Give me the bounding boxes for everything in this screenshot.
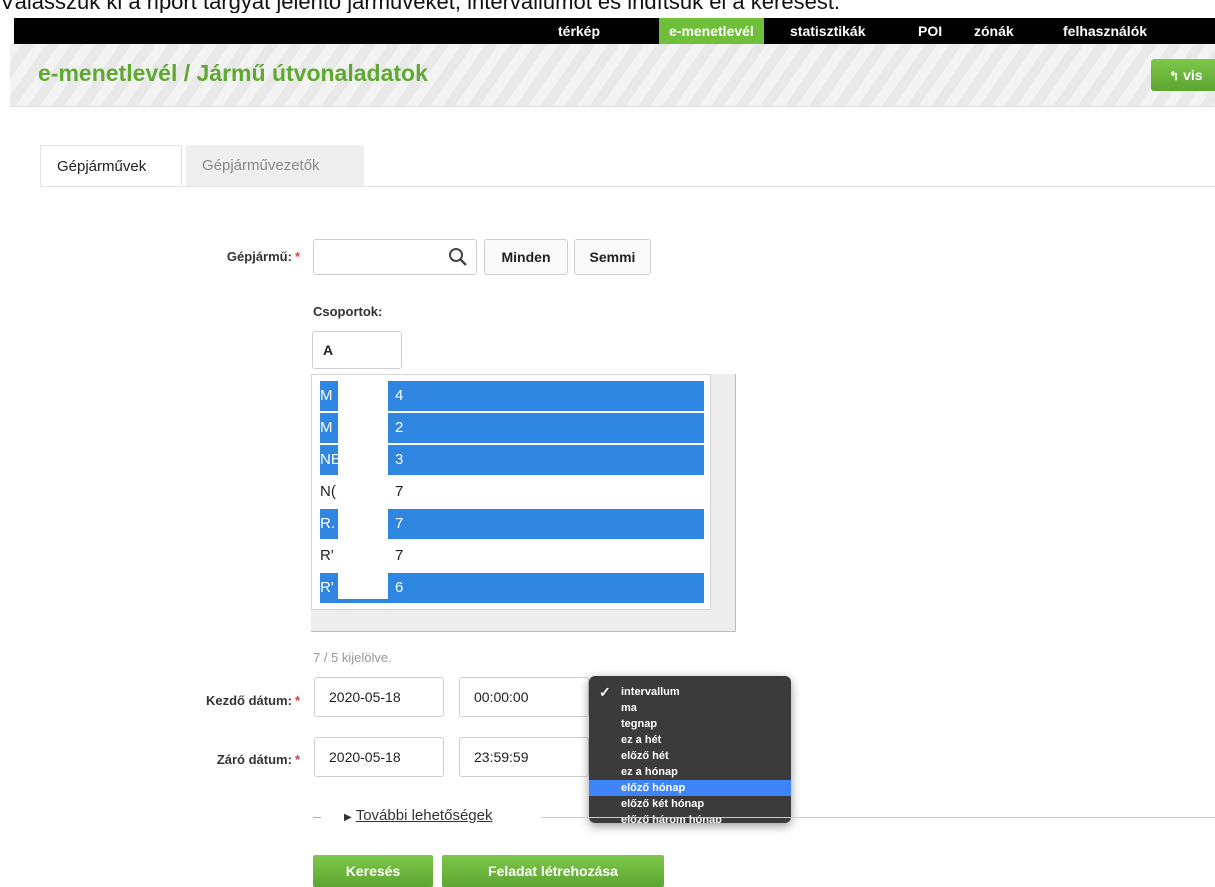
plate-prefix: R' <box>320 579 334 596</box>
plate-suffix: 6 <box>395 579 404 596</box>
plate-prefix: N( <box>320 483 336 500</box>
required-mark: * <box>294 249 300 264</box>
end-time-input[interactable]: 23:59:59 <box>459 737 589 777</box>
groups-filter-input[interactable]: A <box>312 331 402 369</box>
back-button-label: vis <box>1183 67 1203 83</box>
nav-item-statistics[interactable]: statisztikák <box>790 18 865 44</box>
vehicle-list[interactable]: M4 M2 NE 3 N(7 R. 7 R' 7 R' 6 <box>311 374 711 610</box>
plate-suffix: 2 <box>395 419 404 436</box>
selection-count: 7 / 5 kijelölve. <box>313 650 392 665</box>
title-bar: e-menetlevél / Jármű útvonaladatok ↰ vis <box>10 44 1215 107</box>
interval-dropdown-menu[interactable]: ✓ intervallum ma tegnap ez a hét előző hé… <box>589 676 791 823</box>
end-date-label-text: Záró dátum: <box>216 752 292 767</box>
checkmark-icon: ✓ <box>599 684 611 700</box>
vehicle-list-border <box>735 374 736 632</box>
dropdown-option-highlighted[interactable]: előző hónap <box>589 780 791 796</box>
required-mark: * <box>294 693 300 708</box>
end-date-input[interactable]: 2020-05-18 <box>314 737 444 777</box>
plate-suffix: 3 <box>395 451 404 468</box>
start-date-label: Kezdő dátum: * <box>166 693 300 708</box>
plate-prefix: R' <box>320 547 334 564</box>
start-date-label-text: Kezdő dátum: <box>205 693 292 708</box>
plate-prefix: M <box>320 387 333 404</box>
back-arrow-icon: ↰ <box>1169 69 1180 83</box>
required-mark: * <box>294 752 300 767</box>
end-date-label: Záró dátum: * <box>166 752 300 767</box>
divider-line <box>313 817 321 818</box>
divider-line <box>541 817 1215 818</box>
vehicle-search-input[interactable] <box>313 239 477 275</box>
more-options-link[interactable]: ▶ További lehetőségek <box>344 807 492 824</box>
vehicle-label: Gépjármű: * <box>196 249 300 264</box>
dropdown-option[interactable]: tegnap <box>589 716 791 732</box>
tab-vehicles[interactable]: Gépjárművek <box>40 145 182 187</box>
option-label: intervallum <box>621 686 680 698</box>
redaction-block <box>338 375 388 599</box>
more-options-label: További lehetőségek <box>355 807 493 824</box>
dropdown-option[interactable]: előző hét <box>589 748 791 764</box>
search-button[interactable]: Keresés <box>313 855 433 887</box>
create-task-button[interactable]: Feladat létrehozása <box>442 855 664 887</box>
groups-label: Csoportok: <box>313 304 383 319</box>
triangle-right-icon: ▶ <box>344 812 352 823</box>
plate-suffix: 7 <box>395 483 404 500</box>
page-title: e-menetlevél / Jármű útvonaladatok <box>38 60 428 86</box>
dropdown-option[interactable]: ma <box>589 700 791 716</box>
plate-suffix: 4 <box>395 387 404 404</box>
plate-prefix: M <box>320 419 333 436</box>
nav-item-zones[interactable]: zónák <box>974 18 1014 44</box>
top-navigation: térkép e-menetlevél statisztikák POI zón… <box>14 18 1215 44</box>
select-all-button[interactable]: Minden <box>484 239 568 275</box>
instruction-text: Válasszuk ki a riport tárgyát jelentő já… <box>0 0 841 13</box>
nav-item-map[interactable]: térkép <box>558 18 600 44</box>
nav-item-e-menetlevel[interactable]: e-menetlevél <box>659 18 764 44</box>
tab-drivers[interactable]: Gépjárművezetők <box>186 145 364 187</box>
dropdown-option[interactable]: ez a hónap <box>589 764 791 780</box>
nav-item-users[interactable]: felhasználók <box>1063 18 1147 44</box>
plate-suffix: 7 <box>395 547 404 564</box>
plate-suffix: 7 <box>395 515 404 532</box>
vehicle-list-border <box>311 631 736 632</box>
start-date-input[interactable]: 2020-05-18 <box>314 677 444 717</box>
select-none-button[interactable]: Semmi <box>574 239 651 275</box>
back-button[interactable]: ↰ vis <box>1151 59 1215 91</box>
tab-divider <box>40 186 1215 187</box>
dropdown-option[interactable]: ez a hét <box>589 732 791 748</box>
nav-item-poi[interactable]: POI <box>918 18 942 44</box>
dropdown-option[interactable]: ✓ intervallum <box>589 684 791 700</box>
plate-prefix: R. <box>320 515 335 532</box>
vehicle-label-text: Gépjármű: <box>226 249 292 264</box>
search-icon <box>449 248 467 266</box>
start-time-input[interactable]: 00:00:00 <box>459 677 589 717</box>
dropdown-option[interactable]: előző két hónap <box>589 796 791 812</box>
